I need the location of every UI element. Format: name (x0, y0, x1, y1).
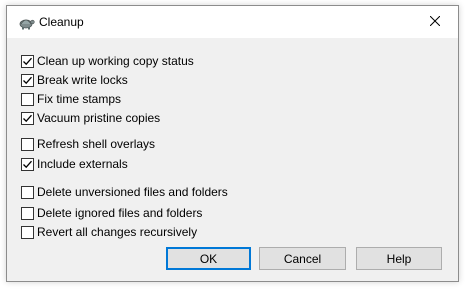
checkbox[interactable] (21, 206, 34, 220)
option-label: Vacuum pristine copies (37, 111, 161, 125)
option-delete-ignored[interactable]: Delete ignored files and folders (21, 205, 202, 221)
option-label: Delete ignored files and folders (37, 206, 203, 220)
window-title: Cleanup (39, 15, 84, 29)
option-label: Include externals (37, 157, 128, 171)
checkmark-icon (23, 160, 32, 168)
option-delete-unversioned[interactable]: Delete unversioned files and folders (21, 184, 228, 200)
option-clean-up-working-copy-status[interactable]: Clean up working copy status (21, 53, 194, 69)
help-button[interactable]: Help (356, 247, 442, 270)
cancel-button[interactable]: Cancel (259, 247, 346, 270)
checkbox[interactable] (21, 157, 34, 171)
option-label: Break write locks (37, 73, 128, 87)
option-break-write-locks[interactable]: Break write locks (21, 72, 128, 88)
checkbox[interactable] (21, 92, 34, 106)
option-include-externals[interactable]: Include externals (21, 156, 128, 172)
option-revert-all-changes[interactable]: Revert all changes recursively (21, 224, 197, 240)
dialog-content: Clean up working copy status Break write… (7, 38, 458, 281)
checkbox[interactable] (21, 137, 34, 151)
option-label: Fix time stamps (37, 92, 122, 106)
checkbox[interactable] (21, 73, 34, 87)
close-icon (429, 15, 441, 29)
checkbox[interactable] (21, 54, 34, 68)
option-label: Refresh shell overlays (37, 137, 156, 151)
checkbox[interactable] (21, 225, 34, 239)
checkbox[interactable] (21, 185, 34, 199)
checkbox[interactable] (21, 111, 34, 125)
tortoise-icon (17, 13, 35, 31)
checkmark-icon (23, 57, 32, 65)
checkmark-icon (23, 76, 32, 84)
option-label: Delete unversioned files and folders (37, 185, 228, 199)
title-bar: Cleanup (7, 6, 458, 38)
checkmark-icon (23, 114, 32, 122)
option-fix-time-stamps[interactable]: Fix time stamps (21, 91, 121, 107)
cleanup-dialog: Cleanup Clean up working copy status Bre… (6, 5, 459, 282)
option-label: Clean up working copy status (37, 54, 194, 68)
ok-button[interactable]: OK (166, 247, 251, 270)
option-label: Revert all changes recursively (37, 225, 198, 239)
option-refresh-shell-overlays[interactable]: Refresh shell overlays (21, 136, 155, 152)
close-button[interactable] (412, 6, 458, 38)
option-vacuum-pristine-copies[interactable]: Vacuum pristine copies (21, 110, 160, 126)
